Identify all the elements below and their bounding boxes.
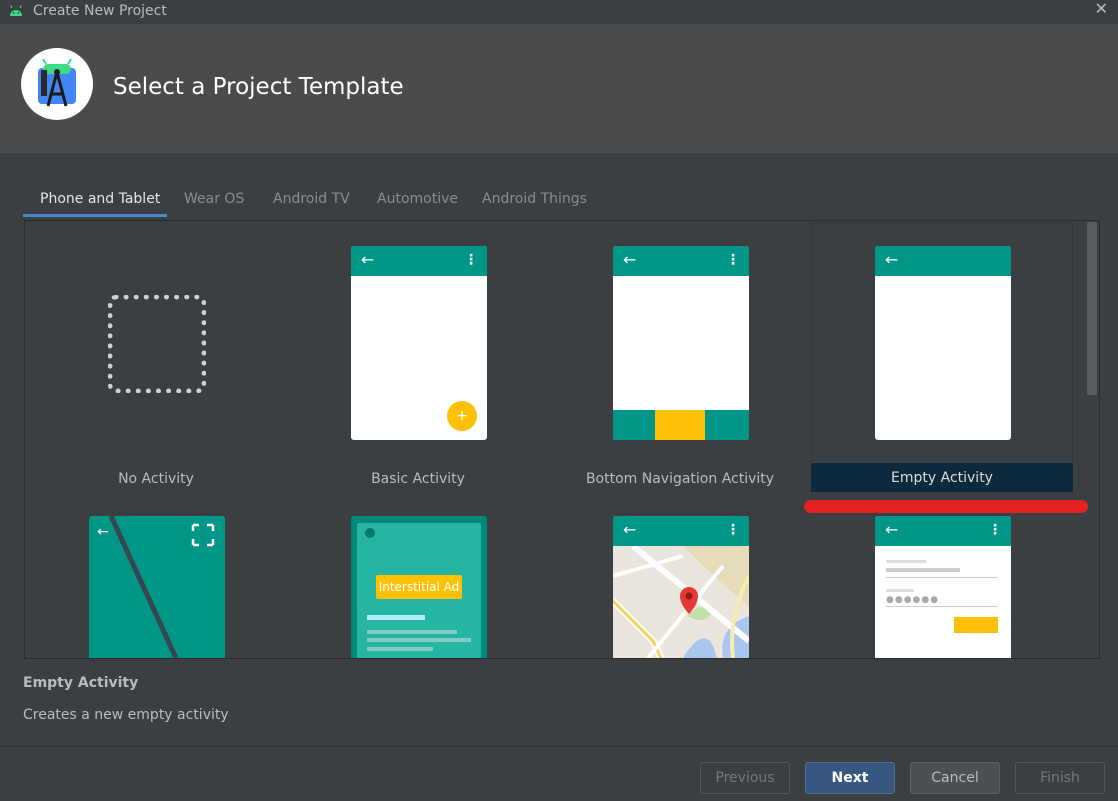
interstitial-ad-badge: Interstitial Ad xyxy=(376,575,462,599)
template-interstitial-ad[interactable]: Interstitial Ad xyxy=(351,516,487,658)
template-description-text: Creates a new empty activity xyxy=(23,707,229,723)
text-line xyxy=(367,630,457,634)
android-studio-logo xyxy=(21,48,93,120)
template-label-basic-activity: Basic Activity xyxy=(371,471,465,487)
template-no-activity[interactable] xyxy=(25,222,287,492)
overflow-menu-icon: ⋮ xyxy=(726,252,740,268)
template-bottom-navigation-activity[interactable]: ← ⋮ xyxy=(613,246,749,440)
bottom-navigation-bar xyxy=(613,410,749,440)
tab-wear-os[interactable]: Wear OS xyxy=(184,185,244,213)
interstitial-card: Interstitial Ad xyxy=(357,523,481,658)
back-arrow-icon: ← xyxy=(885,520,899,539)
template-label-bottom-navigation-activity: Bottom Navigation Activity xyxy=(585,471,775,487)
field-underline xyxy=(886,606,998,607)
tab-phone-and-tablet[interactable]: Phone and Tablet xyxy=(40,185,160,213)
dialog-header: Select a Project Template xyxy=(0,24,1118,153)
tab-android-tv[interactable]: Android TV xyxy=(273,185,350,213)
back-arrow-icon: ← xyxy=(885,250,899,269)
bottom-nav-selected-item xyxy=(655,410,705,440)
sign-in-button-preview xyxy=(954,617,998,633)
active-tab-indicator xyxy=(23,214,167,217)
page-title: Select a Project Template xyxy=(113,74,404,100)
field-hint-line xyxy=(886,560,926,563)
template-label-empty-activity: Empty Activity xyxy=(891,470,993,486)
close-dot-icon xyxy=(365,528,375,538)
cancel-button[interactable]: Cancel xyxy=(910,762,1000,794)
overflow-menu-icon: ⋮ xyxy=(988,522,1002,538)
close-icon[interactable]: ✕ xyxy=(1095,0,1108,18)
fullscreen-preview: ← xyxy=(97,516,215,658)
grid-scrollbar[interactable] xyxy=(1087,222,1097,395)
template-google-maps-activity[interactable]: ← ⋮ xyxy=(613,516,749,658)
template-fullscreen-activity[interactable]: ← xyxy=(89,516,225,658)
overflow-menu-icon: ⋮ xyxy=(726,522,740,538)
text-line xyxy=(367,615,425,620)
back-arrow-icon: ← xyxy=(623,250,637,269)
window-title: Create New Project xyxy=(33,3,167,19)
overflow-menu-icon: ⋮ xyxy=(464,252,478,268)
field-hint-line xyxy=(886,589,914,592)
highlight-mark xyxy=(804,500,1088,513)
template-label-no-activity: No Activity xyxy=(118,471,194,487)
svg-text:←: ← xyxy=(97,524,109,540)
no-activity-preview xyxy=(108,295,206,393)
tab-android-things[interactable]: Android Things xyxy=(482,185,587,213)
footer-divider xyxy=(0,746,1118,747)
template-empty-activity[interactable]: ← xyxy=(875,246,1011,440)
back-arrow-icon: ← xyxy=(361,250,375,269)
map-preview xyxy=(613,546,749,658)
next-button[interactable]: Next xyxy=(805,762,895,794)
previous-button[interactable]: Previous xyxy=(700,762,790,794)
email-field-line xyxy=(886,568,960,572)
window-title-bar: Create New Project ✕ xyxy=(0,0,1118,24)
back-arrow-icon: ← xyxy=(623,520,637,539)
field-underline xyxy=(886,577,998,578)
fab-add-icon: + xyxy=(447,401,477,431)
android-icon xyxy=(9,5,23,16)
tab-automotive[interactable]: Automotive xyxy=(377,185,458,213)
finish-button[interactable]: Finish xyxy=(1015,762,1105,794)
template-basic-activity[interactable]: ← ⋮ + xyxy=(351,246,487,440)
text-line xyxy=(367,647,433,651)
password-dots: ●●●●●● xyxy=(886,595,940,605)
text-line xyxy=(367,638,471,642)
template-login-activity[interactable]: ← ⋮ ●●●●●● xyxy=(875,516,1011,658)
template-description-title: Empty Activity xyxy=(23,675,139,691)
